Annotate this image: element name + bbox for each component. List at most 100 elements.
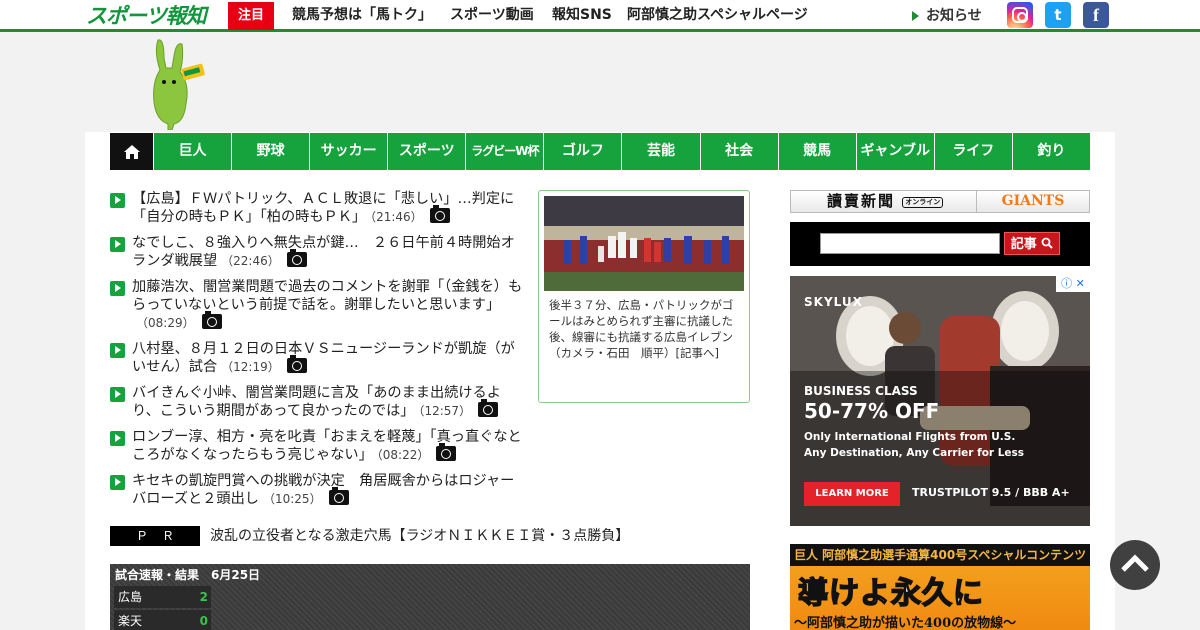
camera-icon [286, 355, 307, 373]
score-board-title: 試合速報・結果 [115, 568, 200, 582]
ad-brand: SKYLUX [804, 295, 863, 309]
pr-label: ＰＲ [110, 526, 200, 546]
play-icon [110, 193, 125, 208]
nav-horse-racing[interactable]: 競馬 [777, 133, 856, 170]
yomiuri-online-link[interactable]: 讀賣新聞 オンライン [791, 191, 977, 212]
play-icon [110, 431, 125, 446]
nav-rugby-wc[interactable]: ラグビーW杯 [465, 133, 544, 170]
chevron-up-icon [1121, 554, 1149, 572]
score-row[interactable]: 楽天 0 [114, 610, 211, 630]
play-icon [110, 343, 125, 358]
news-time: （22:46） [221, 254, 280, 268]
nav-home[interactable] [110, 133, 153, 170]
category-nav: 巨人 野球 サッカー スポーツ ラグビーW杯 ゴルフ 芸能 社会 競馬 ギャンブ… [110, 133, 1090, 170]
team-name: 広島 [118, 590, 143, 604]
news-item[interactable]: バイきんぐ小峠、闇営業問題に言及「あのまま出続けるより、こういう期間があって良か… [110, 384, 528, 420]
team-name: 楽天 [118, 614, 143, 628]
facebook-icon[interactable]: f [1083, 2, 1109, 28]
camera-icon [429, 205, 450, 223]
play-icon [110, 281, 125, 296]
play-icon [110, 387, 125, 402]
camera-icon [286, 249, 307, 267]
nav-entertainment[interactable]: 芸能 [621, 133, 700, 170]
news-title[interactable]: なでしこ、８強入りへ無失点が鍵… ２６日午前４時開始オランダ戦展望 [132, 235, 515, 269]
play-icon [110, 475, 125, 490]
news-time: （08:29） [136, 316, 195, 330]
abe-special-banner[interactable]: 巨人 阿部慎之助選手通算400号スペシャルコンテンツ 導けよ永久に ～阿部慎之助… [790, 544, 1090, 630]
abe-banner-subtitle: ～阿部慎之助が描いた400の放物線～ [794, 616, 1017, 630]
search-button-label: 記事 [1010, 237, 1037, 252]
advertisement[interactable]: ⓘ ✕ SKYLUX BUSINESS CLASS 50-77% OFF Onl… [790, 276, 1090, 526]
news-time: （10:25） [262, 492, 322, 506]
news-title[interactable]: ロンブー淳、相方・亮を叱責「おまえを軽蔑」「真っ直ぐなところがなくなったらもう亮… [132, 429, 522, 463]
camera-icon [328, 487, 349, 505]
news-item[interactable]: ロンブー淳、相方・亮を叱責「おまえを軽蔑」「真っ直ぐなところがなくなったらもう亮… [110, 428, 528, 464]
nav-giants[interactable]: 巨人 [153, 133, 232, 170]
nav-fishing[interactable]: 釣り [1011, 133, 1090, 170]
ad-line-1: Only International Flights from U.S. [804, 431, 1016, 443]
top-link-hochi-sns[interactable]: 報知SNS [552, 0, 612, 31]
score-board: 試合速報・結果 6月25日 広島 2 楽天 0 [110, 564, 750, 630]
score-row[interactable]: 広島 2 [114, 586, 211, 608]
attention-badge: 注目 [228, 2, 274, 30]
news-title[interactable]: 八村塁、８月１２日の日本ＶＳニュージーランドが凱旋（がいせん）試合 [132, 341, 515, 375]
top-bar: スポーツ報知 注目 競馬予想は「馬トク」 スポーツ動画 報知SNS 阿部慎之助ス… [0, 0, 1200, 32]
nav-golf[interactable]: ゴルフ [543, 133, 622, 170]
search-area: 記事 [790, 222, 1090, 266]
ad-offer: 50-77% OFF [804, 399, 940, 423]
news-item[interactable]: なでしこ、８強入りへ無失点が鍵… ２６日午前４時開始オランダ戦展望 （22:46） [110, 234, 528, 270]
news-item[interactable]: キセキの凱旋門賞への挑戦が決定 角居厩舎からはロジャーバローズと２頭出し （10:… [110, 472, 528, 508]
search-input[interactable] [820, 233, 1000, 254]
yomiuri-logo-text: 讀賣新聞 [827, 192, 896, 210]
mascot-image [153, 39, 205, 130]
team-score: 2 [199, 590, 208, 604]
news-item[interactable]: 加藤浩次、闇営業問題で過去のコメントを謝罪「（金銭を）もらっていないという前提で… [110, 278, 528, 332]
nav-soccer[interactable]: サッカー [309, 133, 388, 170]
site-logo[interactable]: スポーツ報知 [86, 1, 210, 31]
top-link-umatoku[interactable]: 競馬予想は「馬トク」 [292, 0, 432, 31]
nav-baseball[interactable]: 野球 [231, 133, 310, 170]
abe-banner-title: 導けよ永久に [797, 575, 984, 612]
page-top-button[interactable] [1110, 540, 1160, 590]
photo-caption[interactable]: 後半３７分、広島・パトリックがゴールはみとめられず主審に抗議した後、線審にも抗議… [549, 297, 741, 361]
nav-society[interactable]: 社会 [699, 133, 778, 170]
team-score: 0 [199, 614, 208, 628]
news-time: （12:57） [418, 404, 472, 418]
search-button[interactable]: 記事 [1004, 232, 1060, 255]
ad-trust: TRUSTPILOT 9.5 / BBB A+ [912, 486, 1070, 499]
news-item[interactable]: 八村塁、８月１２日の日本ＶＳニュージーランドが凱旋（がいせん）試合 （12:19） [110, 340, 528, 376]
nav-sports[interactable]: スポーツ [387, 133, 466, 170]
triangle-right-icon [912, 11, 919, 21]
home-icon [123, 144, 140, 159]
featured-photo[interactable] [544, 196, 744, 291]
news-title[interactable]: 【広島】ＦＷパトリック、ＡＣＬ敗退に「悲しい」…判定に「自分の時もＰＫ」「柏の時… [132, 191, 514, 225]
nav-life[interactable]: ライフ [933, 133, 1012, 170]
news-title[interactable]: キセキの凱旋門賞への挑戦が決定 角居厩舎からはロジャーバローズと２頭出し [132, 473, 514, 507]
partner-banner: 讀賣新聞 オンライン GIANTS [790, 190, 1090, 213]
camera-icon [436, 443, 457, 461]
news-title[interactable]: 加藤浩次、闇営業問題で過去のコメントを謝罪「（金銭を）もらっていないという前提で… [132, 279, 522, 313]
ad-choices-icon[interactable]: ⓘ ✕ [1056, 276, 1090, 292]
nav-gambling[interactable]: ギャンブル [855, 133, 934, 170]
notice-link[interactable]: お知らせ [926, 0, 982, 32]
twitter-icon[interactable]: t [1045, 2, 1071, 28]
play-icon [110, 237, 125, 252]
camera-icon [478, 399, 499, 417]
camera-icon [201, 311, 222, 329]
giants-link[interactable]: GIANTS [977, 191, 1089, 212]
news-list: 【広島】ＦＷパトリック、ＡＣＬ敗退に「悲しい」…判定に「自分の時もＰＫ」「柏の時… [110, 190, 528, 516]
news-time: （12:19） [221, 360, 280, 374]
top-link-abe-special[interactable]: 阿部慎之助スペシャルページ [627, 0, 808, 31]
news-time: （21:46） [370, 210, 423, 224]
top-link-sports-video[interactable]: スポーツ動画 [450, 0, 534, 31]
news-time: （08:22） [376, 448, 430, 462]
yomiuri-online-tag: オンライン [902, 196, 944, 208]
ad-learn-more-button[interactable]: LEARN MORE [804, 482, 900, 506]
pr-link[interactable]: 波乱の立役者となる激走穴馬【ラジオＮＩＫＫＥＩ賞・３点勝負】 [210, 526, 629, 546]
instagram-icon[interactable] [1007, 2, 1033, 28]
ad-line-2: Any Destination, Any Carrier for Less [804, 447, 1025, 459]
news-item[interactable]: 【広島】ＦＷパトリック、ＡＣＬ敗退に「悲しい」…判定に「自分の時もＰＫ」「柏の時… [110, 190, 528, 226]
abe-banner-top: 巨人 阿部慎之助選手通算400号スペシャルコンテンツ [790, 544, 1090, 566]
score-board-date: 6月25日 [211, 568, 261, 582]
featured-photo-card[interactable]: 後半３７分、広島・パトリックがゴールはみとめられず主審に抗議した後、線審にも抗議… [538, 190, 750, 403]
